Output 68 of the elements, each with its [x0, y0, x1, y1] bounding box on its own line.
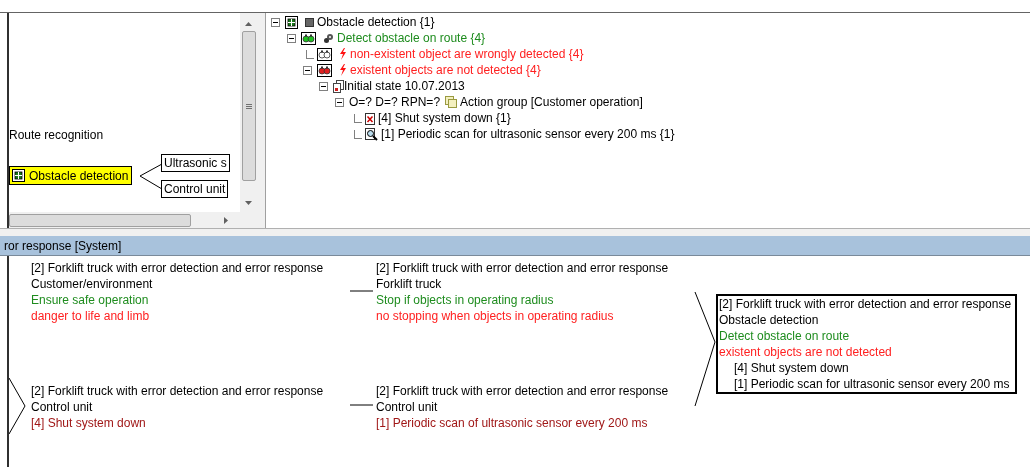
folder-icon [445, 96, 458, 108]
gear-icon [323, 32, 334, 44]
diagram-node[interactable]: Ultrasonic s [161, 154, 230, 172]
collapse-toggle[interactable] [286, 33, 296, 43]
node-text: [2] Forklift truck with error detection and error response [376, 260, 669, 276]
net-node[interactable]: [2] Forklift truck with error detection and error response Control unit [4] Shut system down [29, 381, 326, 433]
tree-item[interactable]: non-existent object are wrongly detected {4} [350, 46, 584, 62]
collapse-toggle[interactable] [302, 65, 312, 75]
scroll-thumb[interactable] [9, 213, 191, 227]
node-text: [2] Forklift truck with error detection and error response [719, 296, 1012, 312]
lightning-icon [339, 64, 347, 76]
structure-icon [285, 15, 298, 29]
collapse-toggle[interactable] [318, 81, 328, 91]
square-icon [305, 17, 314, 27]
scroll-thumb[interactable] [241, 31, 256, 181]
diagram-node[interactable]: Control unit [161, 180, 229, 198]
net-node[interactable]: [2] Forklift truck with error detection and error response Forklift truck Stop if objects in operating radius no stopping when objects in operating radius [374, 258, 671, 326]
clipboard-x-icon [365, 111, 375, 125]
vertical-scrollbar[interactable] [240, 13, 257, 212]
node-text: Control unit [376, 399, 439, 415]
net-node[interactable]: [2] Forklift truck with error detection and error response Control unit [1] Periodic scan of ultrasonic sensor every 200 ms [374, 381, 671, 433]
node-text: Customer/environment [31, 276, 154, 292]
binoculars-icon [301, 31, 316, 45]
tree-item[interactable]: Detect obstacle on route {4} [337, 30, 486, 46]
node-text: existent objects are not detected [719, 344, 893, 360]
node-text: [4] Shut system down [733, 360, 850, 376]
node-text: [2] Forklift truck with error detection and error response [376, 383, 669, 399]
node-text: Detect obstacle on route [719, 328, 851, 344]
net-node[interactable]: [2] Forklift truck with error detection and error response Customer/environment Ensure safe operation danger to life and limb [29, 258, 326, 326]
magnifier-icon [365, 127, 378, 141]
node-text: [2] Forklift truck with error detection and error response [31, 260, 324, 276]
node-text: [1] Periodic scan of ultrasonic sensor every 200 ms [376, 415, 649, 431]
node-text: danger to life and limb [31, 308, 151, 324]
document-stack-icon [333, 79, 344, 93]
structure-icon [12, 169, 25, 182]
lightning-icon [339, 48, 347, 60]
tree-item[interactable]: [4] Shut system down {1} [378, 110, 511, 126]
binoculars-icon [317, 63, 332, 77]
tree-item[interactable]: existent objects are not detected {4} [350, 62, 541, 78]
connector-line [9, 378, 27, 434]
node-text: Obstacle detection [719, 312, 820, 328]
diagram-label: Route recognition [9, 127, 104, 143]
node-text: Forklift truck [376, 276, 443, 292]
tree-item[interactable]: Action group [Customer operation] [460, 94, 643, 110]
binoculars-icon [317, 47, 332, 61]
tree-item[interactable]: [1] Periodic scan for ultrasonic sensor every 200 ms {1} [381, 126, 675, 142]
node-text: Stop if objects in operating radius [376, 292, 555, 308]
diagram-node[interactable]: Obstacle detection [9, 166, 133, 185]
node-text: [1] Periodic scan for ultrasonic sensor every 200 ms [733, 376, 1011, 392]
node-text: [4] Shut system down [31, 415, 147, 431]
rating-text: O=? D=? RPN=? [349, 94, 441, 110]
node-text: Control unit [31, 399, 94, 415]
node-text: [2] Forklift truck with error detection and error response [31, 383, 324, 399]
scroll-right-icon[interactable] [224, 216, 228, 224]
scroll-up-icon[interactable] [245, 22, 252, 26]
net-node[interactable] [716, 294, 1018, 394]
connector-line [140, 163, 162, 191]
scroll-down-icon[interactable] [245, 201, 252, 205]
connector-line [350, 404, 373, 406]
panel-header: ror response [System] [0, 236, 1030, 256]
horizontal-scrollbar[interactable] [9, 212, 257, 228]
node-text: no stopping when objects in operating radius [376, 308, 615, 324]
collapse-toggle[interactable] [270, 17, 280, 27]
connector-line [350, 290, 373, 292]
node-text: Ensure safe operation [31, 292, 150, 308]
collapse-toggle[interactable] [334, 97, 344, 107]
tree-item[interactable]: Obstacle detection {1} [317, 14, 435, 30]
tree-item[interactable]: Initial state 10.07.2013 [344, 78, 465, 94]
